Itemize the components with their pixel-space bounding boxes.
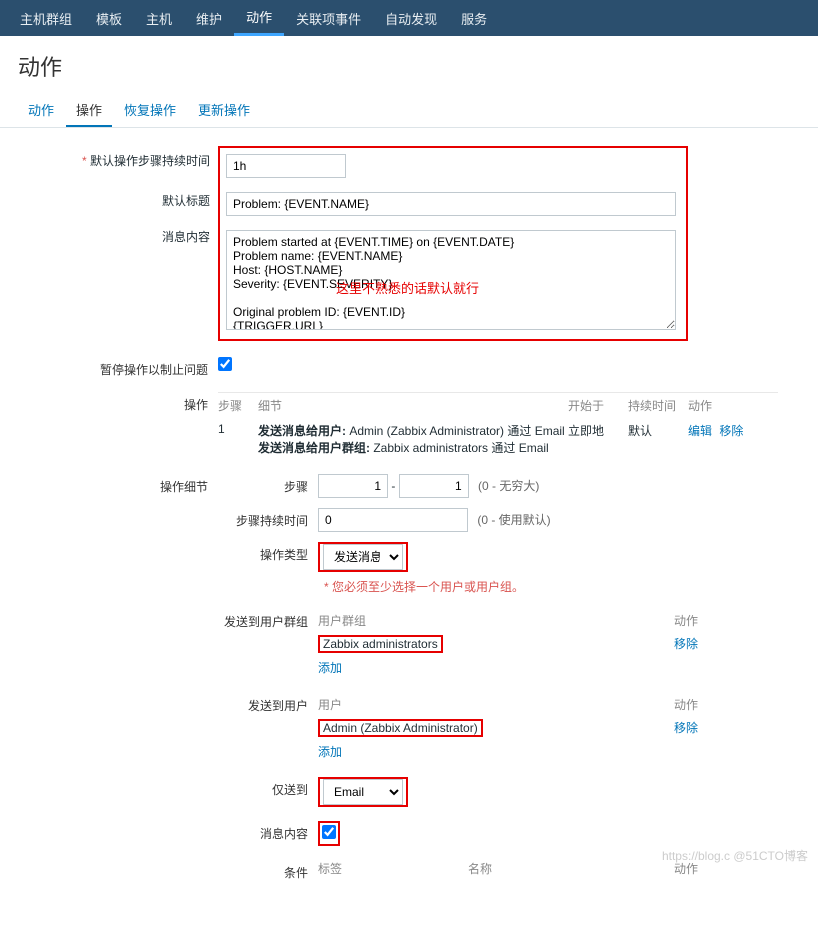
cond-col-name: 名称	[468, 860, 618, 877]
label-duration: * 默认操作步骤持续时间	[20, 152, 220, 169]
nav-item-hostgroups[interactable]: 主机群组	[8, 0, 84, 36]
nav-item-hosts[interactable]: 主机	[134, 0, 184, 36]
label-send-group: 发送到用户群组	[218, 609, 318, 679]
label-subject: 默认标题	[20, 192, 220, 209]
page-title: 动作	[0, 36, 818, 92]
step-to-input[interactable]	[399, 474, 469, 498]
tab-operations[interactable]: 操作	[66, 92, 112, 127]
label-send-user: 发送到用户	[218, 693, 318, 763]
user-item: Admin (Zabbix Administrator)	[318, 719, 483, 737]
pause-checkbox[interactable]	[218, 357, 232, 371]
nav-item-services[interactable]: 服务	[449, 0, 499, 36]
user-col-action: 动作	[638, 696, 698, 713]
col-duration: 持续时间	[628, 397, 688, 414]
label-steps: 步骤	[218, 474, 318, 498]
watermark: https://blog.c @51CTO博客	[662, 847, 808, 864]
group-remove-link[interactable]: 移除	[674, 637, 698, 651]
nav-item-correlation[interactable]: 关联项事件	[284, 0, 373, 36]
operation-row: 1 发送消息给用户: Admin (Zabbix Administrator) …	[218, 418, 778, 460]
group-col-name: 用户群组	[318, 612, 638, 629]
label-step-duration: 步骤持续时间	[218, 508, 318, 532]
op-type-select[interactable]: 发送消息	[323, 544, 403, 570]
op-start: 立即地	[568, 422, 628, 456]
group-add-link[interactable]: 添加	[318, 659, 342, 676]
op-step: 1	[218, 422, 258, 456]
nav-item-templates[interactable]: 模板	[84, 0, 134, 36]
label-only-to: 仅送到	[218, 777, 318, 807]
col-start: 开始于	[568, 397, 628, 414]
col-detail: 细节	[258, 397, 568, 414]
tab-recovery[interactable]: 恢复操作	[114, 92, 186, 127]
step-from-input[interactable]	[318, 474, 388, 498]
nav-item-maintenance[interactable]: 维护	[184, 0, 234, 36]
cond-col-label: 标签	[318, 860, 468, 877]
label-pause: 暂停操作以制止问题	[18, 357, 218, 378]
op-detail: 发送消息给用户: Admin (Zabbix Administrator) 通过…	[258, 422, 568, 456]
subject-input[interactable]	[226, 192, 676, 216]
step-duration-input[interactable]	[318, 508, 468, 532]
duration-input[interactable]	[226, 154, 346, 178]
steps-hint: (0 - 无穷大)	[478, 479, 539, 493]
form: * 默认操作步骤持续时间 默认标题 消息内容 这里不熟悉的话默认就行 暂停操作以…	[0, 128, 818, 935]
user-table: 用户 动作 Admin (Zabbix Administrator) 移除 添加	[318, 693, 698, 763]
step-duration-hint: (0 - 使用默认)	[477, 513, 550, 527]
operations-table: 步骤 细节 开始于 持续时间 动作 1 发送消息给用户: Admin (Zabb…	[218, 392, 778, 460]
user-group-table: 用户群组 动作 Zabbix administrators 移除 添加	[318, 609, 698, 679]
col-action: 动作	[688, 397, 768, 414]
user-col-name: 用户	[318, 696, 638, 713]
conditions-header: 标签 名称 动作	[318, 860, 698, 877]
group-col-action: 动作	[638, 612, 698, 629]
label-conditions: 条件	[218, 860, 318, 881]
only-to-select[interactable]: Email	[323, 779, 403, 805]
message-textarea[interactable]	[226, 230, 676, 330]
sub-tabs: 动作 操作 恢复操作 更新操作	[0, 92, 818, 128]
nav-item-actions[interactable]: 动作	[234, 0, 284, 36]
op-remove-link[interactable]: 移除	[719, 424, 743, 438]
group-item: Zabbix administrators	[318, 635, 443, 653]
op-duration: 默认	[628, 422, 688, 456]
top-nav: 主机群组 模板 主机 维护 动作 关联项事件 自动发现 服务	[0, 0, 818, 36]
tab-update[interactable]: 更新操作	[188, 92, 260, 127]
col-step: 步骤	[218, 397, 258, 414]
label-op-detail: 操作细节	[18, 474, 218, 881]
nav-item-discovery[interactable]: 自动发现	[373, 0, 449, 36]
label-operations: 操作	[18, 392, 218, 460]
user-remove-link[interactable]: 移除	[674, 721, 698, 735]
msg-content-checkbox[interactable]	[322, 825, 336, 839]
user-add-link[interactable]: 添加	[318, 743, 342, 760]
label-op-type: 操作类型	[218, 542, 318, 572]
label-message: 消息内容	[20, 228, 220, 245]
must-select-note: 您必须至少选择一个用户或用户组。	[332, 580, 524, 594]
label-msg-content: 消息内容	[218, 821, 318, 846]
op-edit-link[interactable]: 编辑	[688, 424, 712, 438]
tab-action[interactable]: 动作	[18, 92, 64, 127]
